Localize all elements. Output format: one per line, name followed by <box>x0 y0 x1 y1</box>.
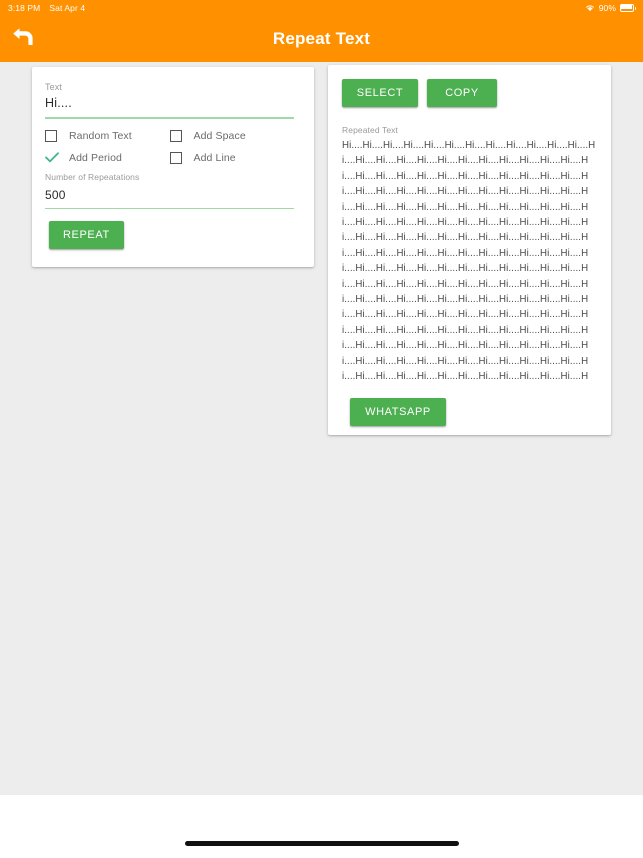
repetitions-input[interactable]: 500 <box>45 188 294 208</box>
options-row-1: Random Text Add Space <box>45 129 295 142</box>
repetitions-field-label: Number of Repeatations <box>45 171 140 182</box>
copy-button[interactable]: COPY <box>427 79 497 107</box>
checkbox-unchecked-icon <box>45 129 57 142</box>
checkbox-label: Add Line <box>193 151 236 164</box>
whatsapp-button[interactable]: WHATSAPP <box>350 398 446 426</box>
status-bar-left: 3:18 PM Sat Apr 4 <box>8 3 85 13</box>
status-time: 3:18 PM <box>8 3 41 13</box>
text-field-underline <box>45 117 294 119</box>
output-actions: SELECT COPY <box>342 79 597 107</box>
back-arrow-icon <box>10 25 35 53</box>
repeated-text-output[interactable]: Hi....Hi....Hi....Hi....Hi....Hi....Hi..… <box>342 138 597 384</box>
checkbox-checked-icon <box>45 152 59 164</box>
status-bar-right: 90% <box>585 3 637 13</box>
app-bar: Repeat Text <box>0 16 643 62</box>
page-content: Text Hi.... Random Text Add Space Add Pe… <box>0 62 643 795</box>
select-button[interactable]: SELECT <box>342 79 418 107</box>
checkbox-label: Add Space <box>193 129 246 142</box>
repetitions-field-underline <box>45 207 294 209</box>
repeat-button[interactable]: REPEAT <box>49 221 124 249</box>
home-indicator[interactable] <box>184 841 459 846</box>
output-card: SELECT COPY Repeated Text Hi....Hi....Hi… <box>328 65 611 435</box>
input-card: Text Hi.... Random Text Add Space Add Pe… <box>32 67 314 267</box>
back-button[interactable] <box>6 23 38 55</box>
input-card-body: Text Hi.... Random Text Add Space Add Pe… <box>32 67 314 249</box>
options-row-2: Add Period Add Line <box>45 151 295 164</box>
repeated-text-label: Repeated Text <box>342 125 398 135</box>
page-title: Repeat Text <box>272 29 371 48</box>
options-grid: Random Text Add Space Add Period Add Lin… <box>45 129 295 174</box>
checkbox-add-period[interactable]: Add Period <box>45 152 170 164</box>
checkbox-add-space[interactable]: Add Space <box>169 129 295 142</box>
app-root: 3:18 PM Sat Apr 4 90% Repeat Text Text H… <box>0 0 643 858</box>
checkbox-add-line[interactable]: Add Line <box>169 151 295 164</box>
status-date: Sat Apr 4 <box>49 3 86 13</box>
wifi-icon <box>585 4 595 12</box>
output-card-body: SELECT COPY Repeated Text Hi....Hi....Hi… <box>328 65 611 426</box>
checkbox-unchecked-icon <box>169 151 182 164</box>
checkbox-unchecked-icon <box>169 129 182 142</box>
checkbox-label: Random Text <box>69 129 132 142</box>
checkbox-label: Add Period <box>69 151 122 164</box>
checkbox-random-text[interactable]: Random Text <box>45 129 170 142</box>
battery-icon <box>620 4 637 12</box>
battery-percent-label: 90% <box>598 3 616 13</box>
text-input[interactable]: Hi.... <box>45 96 294 117</box>
text-field-label: Text <box>45 82 62 92</box>
status-bar: 3:18 PM Sat Apr 4 90% <box>0 0 643 16</box>
